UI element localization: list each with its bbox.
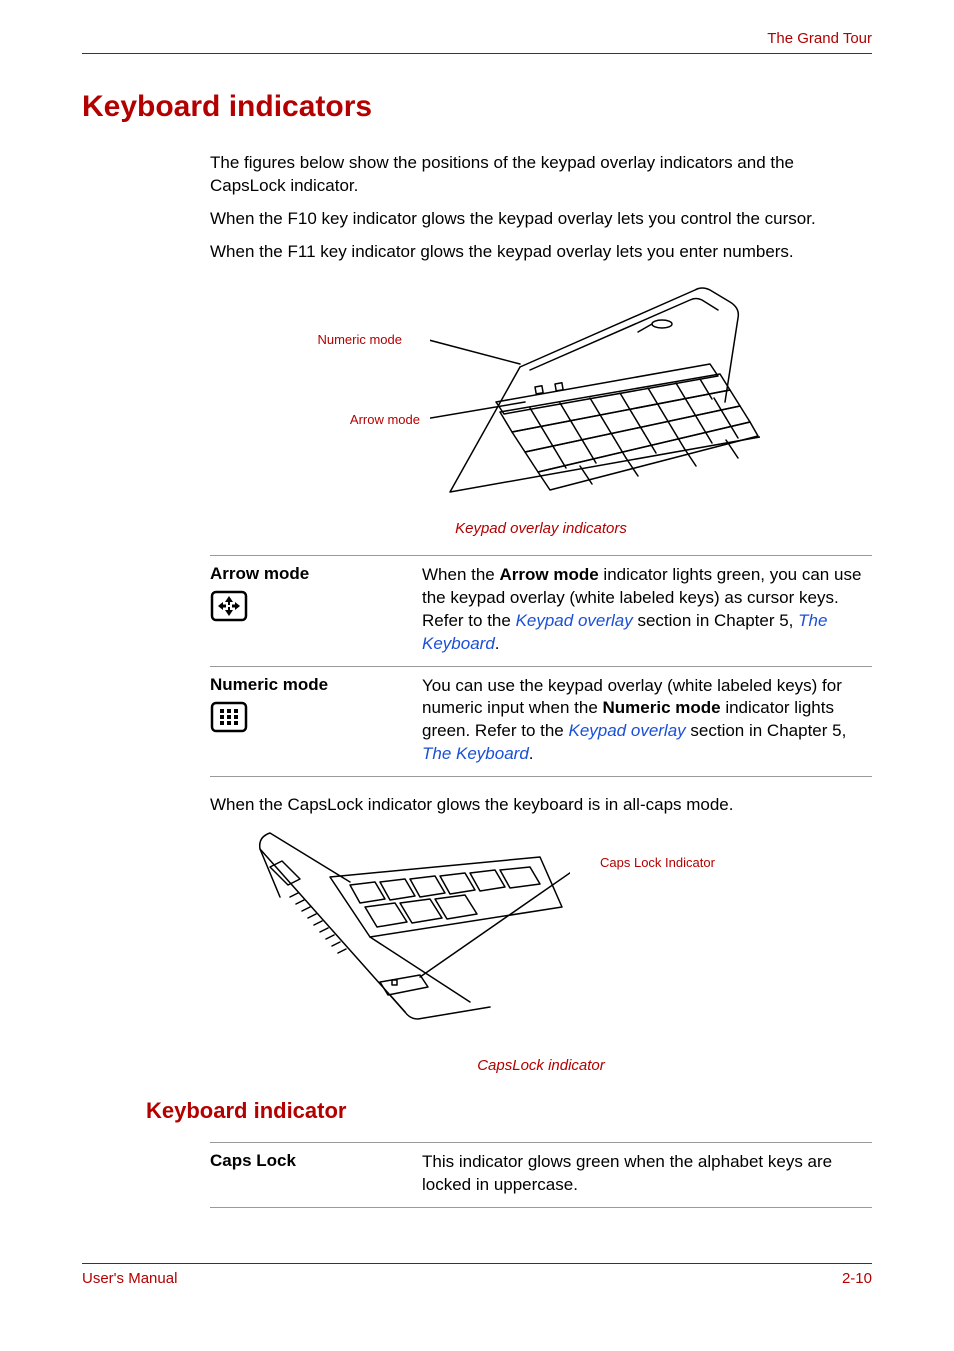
text-bold: Arrow mode bbox=[500, 565, 599, 584]
figure2-caption: CapsLock indicator bbox=[210, 1057, 872, 1074]
arrow-mode-icon bbox=[210, 590, 422, 627]
text-fragment: section in Chapter 5, bbox=[633, 611, 798, 630]
text-fragment: section in Chapter 5, bbox=[686, 721, 847, 740]
header-section: The Grand Tour bbox=[82, 30, 872, 53]
figure-keypad-overlay: Numeric mode Arrow mode bbox=[210, 282, 872, 512]
capslock-intro-para: When the CapsLock indicator glows the ke… bbox=[210, 795, 872, 815]
text-fragment: . bbox=[495, 634, 500, 653]
figure1-label-numeric: Numeric mode bbox=[272, 332, 402, 347]
numeric-mode-icon bbox=[210, 701, 422, 738]
term-numeric-mode: Numeric mode bbox=[210, 675, 328, 694]
figure1-caption: Keypad overlay indicators bbox=[210, 520, 872, 537]
term-arrow-mode: Arrow mode bbox=[210, 564, 309, 583]
text-fragment: . bbox=[529, 744, 534, 763]
figure1-label-arrow: Arrow mode bbox=[290, 412, 420, 427]
desc-caps-lock: This indicator glows green when the alph… bbox=[422, 1151, 872, 1197]
intro-para-1: The figures below show the positions of … bbox=[210, 152, 872, 198]
figure-capslock: Caps Lock Indicator bbox=[210, 827, 872, 1057]
intro-para-2: When the F10 key indicator glows the key… bbox=[210, 208, 872, 231]
footer-left: User's Manual bbox=[82, 1270, 177, 1287]
definition-table-2: Caps Lock This indicator glows green whe… bbox=[210, 1142, 872, 1208]
desc-numeric-mode: You can use the keypad overlay (white la… bbox=[422, 675, 872, 767]
header-rule bbox=[82, 53, 872, 54]
page-heading: Keyboard indicators bbox=[82, 90, 872, 124]
subheading-keyboard-indicator: Keyboard indicator bbox=[146, 1098, 872, 1124]
text-bold: Numeric mode bbox=[603, 698, 721, 717]
definition-table-1: Arrow mode When the Arrow mode indicator… bbox=[210, 555, 872, 778]
page-footer: User's Manual 2-10 bbox=[82, 1263, 872, 1287]
link-keypad-overlay[interactable]: Keypad overlay bbox=[516, 611, 633, 630]
link-keypad-overlay[interactable]: Keypad overlay bbox=[568, 721, 685, 740]
intro-para-3: When the F11 key indicator glows the key… bbox=[210, 241, 872, 264]
table-row: Arrow mode When the Arrow mode indicator… bbox=[210, 555, 872, 666]
term-caps-lock: Caps Lock bbox=[210, 1151, 296, 1170]
desc-arrow-mode: When the Arrow mode indicator lights gre… bbox=[422, 564, 872, 656]
laptop-left-corner-illustration-icon bbox=[210, 827, 570, 1052]
link-the-keyboard[interactable]: The Keyboard bbox=[422, 744, 529, 763]
footer-rule bbox=[82, 1263, 872, 1264]
footer-page-number: 2-10 bbox=[842, 1270, 872, 1287]
figure2-label-caps: Caps Lock Indicator bbox=[600, 855, 715, 870]
keyboard-corner-illustration-icon bbox=[430, 282, 760, 507]
table-row: Numeric mode You can use the keypad over… bbox=[210, 666, 872, 778]
text-fragment: When the bbox=[422, 565, 500, 584]
table-row: Caps Lock This indicator glows green whe… bbox=[210, 1142, 872, 1208]
